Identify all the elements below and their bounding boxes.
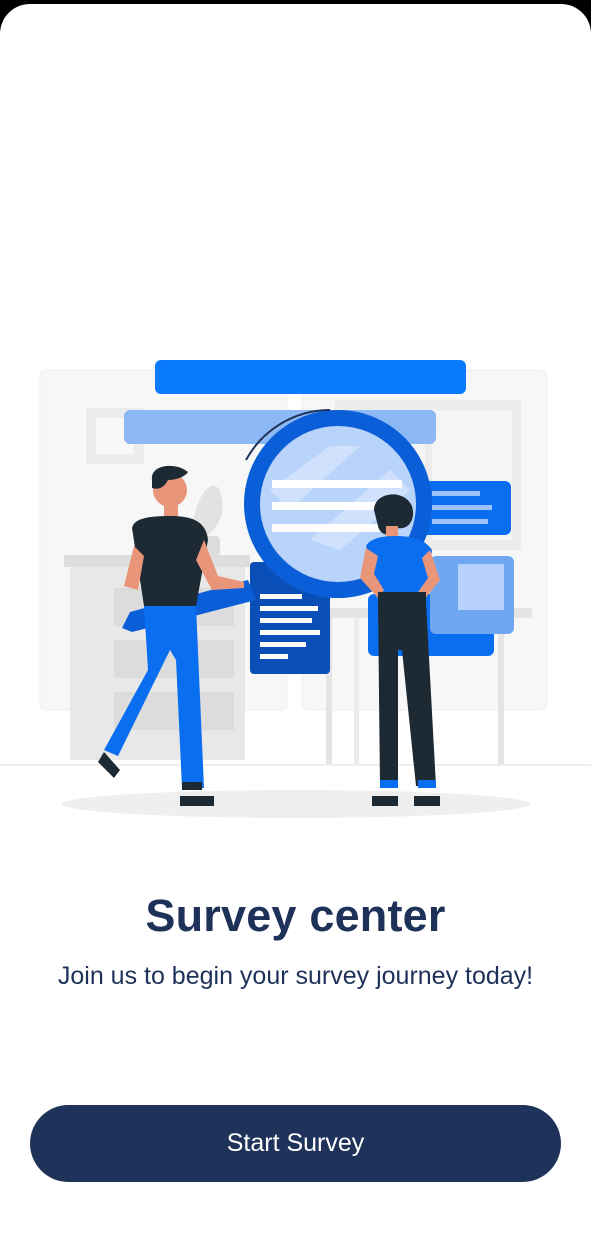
page-subtitle: Join us to begin your survey journey tod… [57, 962, 534, 990]
start-survey-button[interactable]: Start Survey [30, 1105, 561, 1182]
survey-illustration [0, 360, 591, 818]
app-screen: Survey center Join us to begin your surv… [0, 4, 591, 1242]
page-title: Survey center [145, 890, 446, 941]
